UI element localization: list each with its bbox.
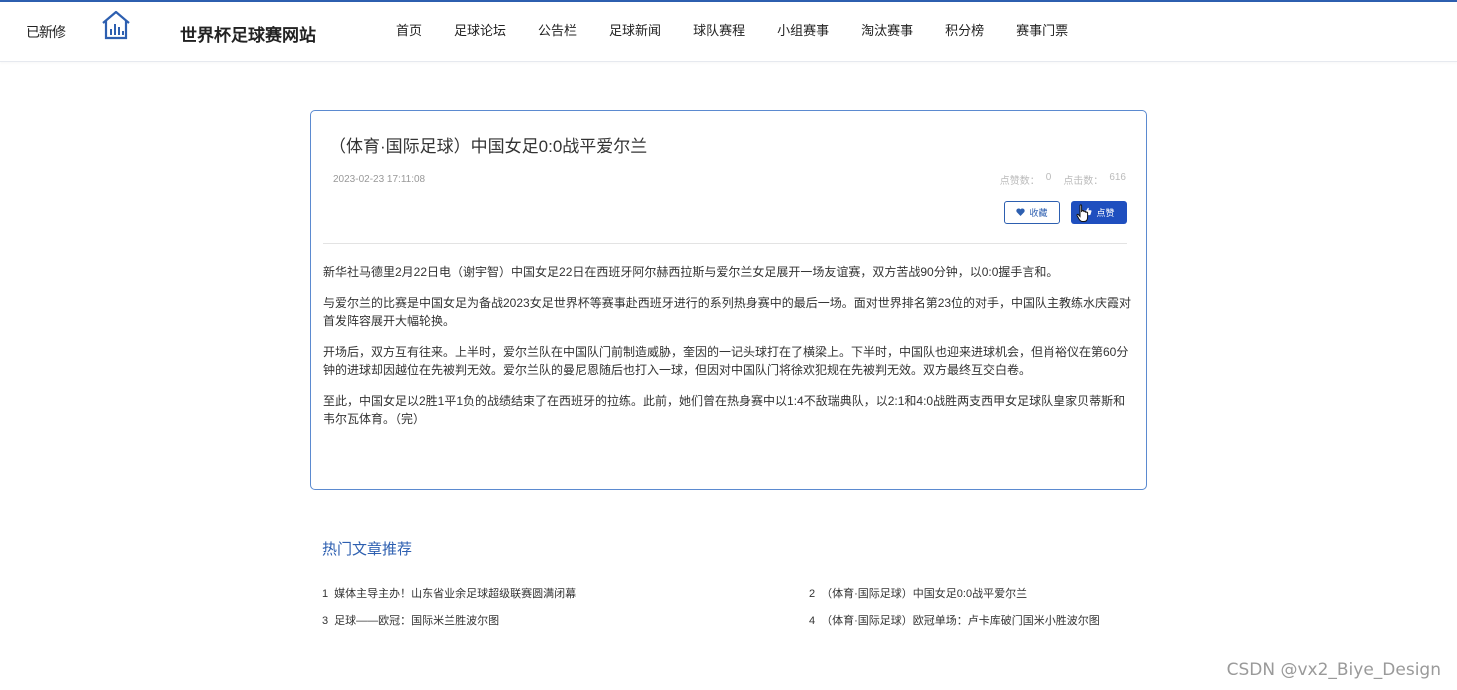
- hot-articles-title: 热门文章推荐: [322, 541, 413, 558]
- article-paragraph: 与爱尔兰的比赛是中国女足为备战2023女足世界杯等赛事赴西班牙进行的系列热身赛中…: [323, 296, 1132, 328]
- hot-article-item[interactable]: 2 （体育·国际足球）中国女足0:0战平爱尔兰: [809, 585, 1027, 601]
- nav-item-schedule[interactable]: 球队赛程: [677, 2, 761, 62]
- nav-item-forum[interactable]: 足球论坛: [438, 2, 522, 62]
- nav-item-news[interactable]: 足球新闻: [593, 2, 677, 62]
- nav-item-standings[interactable]: 积分榜: [929, 2, 1000, 62]
- site-title[interactable]: 世界杯足球赛网站: [180, 21, 316, 46]
- hot-article-title: 媒体主导主办！山东省业余足球超级联赛圆满闭幕: [334, 588, 577, 600]
- article-title: （体育·国际足球）中国女足0:0战平爱尔兰: [329, 137, 648, 156]
- main-nav: 首页 足球论坛 公告栏 足球新闻 球队赛程 小组赛事 淘汰赛事 积分榜 赛事门票: [380, 2, 1084, 62]
- nav-item-notice[interactable]: 公告栏: [522, 2, 593, 62]
- like-count-label: 点赞数：: [999, 176, 1040, 187]
- article-card: （体育·国际足球）中国女足0:0战平爱尔兰 2023-02-23 17:11:0…: [310, 110, 1147, 490]
- hot-article-title: 足球——欧冠：国际米兰胜波尔图: [334, 615, 500, 627]
- nav-item-group-stage[interactable]: 小组赛事: [761, 2, 845, 62]
- article-body: 新华社马德里2月22日电（谢宇智）中国女足22日在西班牙阿尔赫西拉斯与爱尔兰女足…: [323, 263, 1137, 441]
- house-chart-icon[interactable]: [100, 9, 132, 41]
- click-count-value: 616: [1109, 172, 1126, 183]
- like-count: 点赞数： 0: [1000, 172, 1052, 187]
- hot-article-item[interactable]: 1 媒体主导主办！山东省业余足球超级联赛圆满闭幕: [322, 585, 576, 601]
- hot-article-number: 3: [322, 615, 329, 627]
- hand-cursor-icon: [1076, 204, 1090, 224]
- hot-article-number: 2: [809, 588, 816, 600]
- click-count-label: 点击数：: [1063, 176, 1104, 187]
- hot-article-title: （体育·国际足球）欧冠单场：卢卡库破门国米小胜波尔图: [821, 615, 1100, 627]
- hot-article-item[interactable]: 4 （体育·国际足球）欧冠单场：卢卡库破门国米小胜波尔图: [809, 612, 1100, 628]
- like-count-value: 0: [1045, 172, 1052, 183]
- nav-item-knockout[interactable]: 淘汰赛事: [845, 2, 929, 62]
- article-stats: 点赞数： 0 点击数： 616: [1000, 172, 1126, 187]
- collect-button-label: 收藏: [1029, 208, 1048, 218]
- hot-article-item[interactable]: 3 足球——欧冠：国际米兰胜波尔图: [322, 612, 499, 628]
- hot-article-number: 1: [322, 588, 329, 600]
- collect-button[interactable]: 收藏: [1004, 201, 1060, 224]
- click-count: 点击数： 616: [1063, 172, 1126, 187]
- top-navbar: 已新修 世界杯足球赛网站 首页 足球论坛 公告栏 足球新闻 球队赛程 小组赛事 …: [0, 2, 1457, 62]
- hot-article-title: （体育·国际足球）中国女足0:0战平爱尔兰: [821, 588, 1028, 600]
- article-divider: [323, 243, 1127, 244]
- article-paragraph: 开场后，双方互有往来。上半时，爱尔兰队在中国队门前制造威胁，奎因的一记头球打在了…: [323, 345, 1129, 377]
- watermark: CSDN @vx2_Biye_Design: [1226, 660, 1441, 680]
- hot-article-number: 4: [809, 615, 816, 627]
- article-paragraph: 至此，中国女足以2胜1平1负的战绩结束了在西班牙的拉练。此前，她们曾在热身赛中以…: [323, 394, 1126, 426]
- article-paragraph: 新华社马德里2月22日电（谢宇智）中国女足22日在西班牙阿尔赫西拉斯与爱尔兰女足…: [323, 265, 1059, 279]
- like-button-label: 点赞: [1096, 208, 1115, 218]
- nav-item-tickets[interactable]: 赛事门票: [1000, 2, 1084, 62]
- nav-scribble-text: 已新修: [26, 25, 66, 41]
- article-date: 2023-02-23 17:11:08: [333, 174, 426, 185]
- nav-item-home[interactable]: 首页: [380, 2, 438, 62]
- heart-icon: [1016, 207, 1026, 218]
